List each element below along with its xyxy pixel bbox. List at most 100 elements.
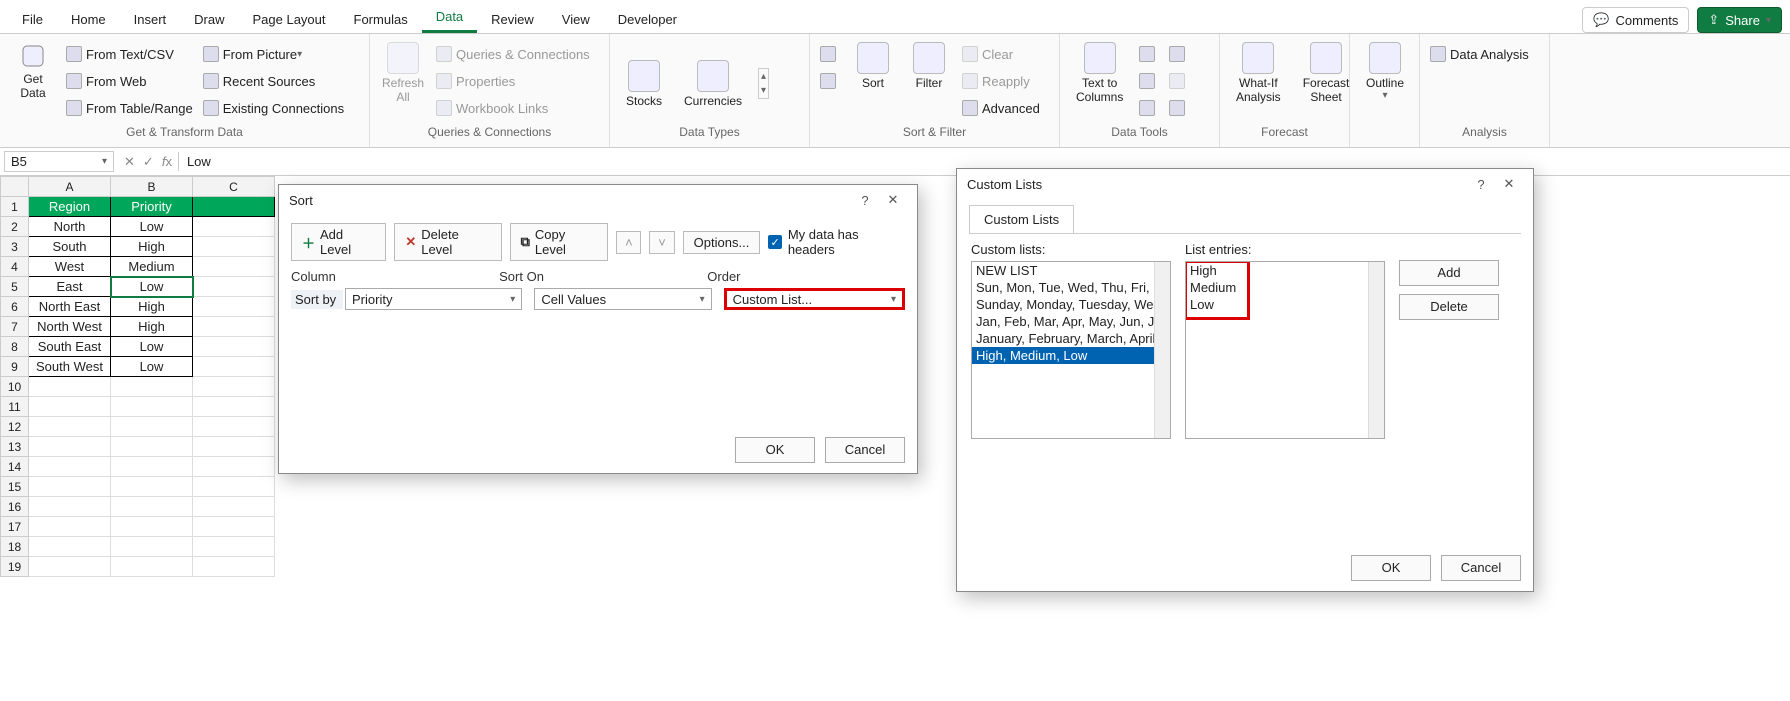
sort-order-dropdown[interactable]: Custom List...▾ — [724, 288, 905, 310]
custom-list-item[interactable]: High, Medium, Low — [972, 347, 1170, 364]
row-header-2[interactable]: 2 — [1, 217, 29, 237]
menu-developer[interactable]: Developer — [604, 6, 691, 33]
share-button[interactable]: ⇪ Share ▾ — [1697, 7, 1782, 33]
col-header-C[interactable]: C — [193, 177, 275, 197]
row-header-15[interactable]: 15 — [1, 477, 29, 497]
cell-C16[interactable] — [193, 497, 275, 517]
cell-C14[interactable] — [193, 457, 275, 477]
cell-A9[interactable]: South West — [29, 357, 111, 377]
sort-desc-button[interactable] — [820, 69, 840, 93]
fx-icon[interactable]: fx — [162, 154, 172, 169]
row-header-4[interactable]: 4 — [1, 257, 29, 277]
from-picture-button[interactable]: From Picture ▾ — [203, 42, 344, 66]
cell-A13[interactable] — [29, 437, 111, 457]
row-header-12[interactable]: 12 — [1, 417, 29, 437]
accept-formula-icon[interactable]: ✓ — [143, 154, 154, 170]
cell-B14[interactable] — [111, 457, 193, 477]
cell-B12[interactable] — [111, 417, 193, 437]
sort-column-dropdown[interactable]: Priority▾ — [345, 288, 522, 310]
from-table-range-button[interactable]: From Table/Range — [66, 96, 193, 120]
row-header-18[interactable]: 18 — [1, 537, 29, 557]
row-header-1[interactable]: 1 — [1, 197, 29, 217]
copy-level-button[interactable]: ⧉Copy Level — [510, 223, 609, 261]
from-web-button[interactable]: From Web — [66, 69, 193, 93]
custom-list-item[interactable]: January, February, March, April, Ma — [972, 330, 1170, 347]
currencies-button[interactable]: Currencies — [678, 60, 748, 108]
custom-list-item[interactable]: Sun, Mon, Tue, Wed, Thu, Fri, Sat — [972, 279, 1170, 296]
cell-C19[interactable] — [193, 557, 275, 577]
cell-A12[interactable] — [29, 417, 111, 437]
cell-C7[interactable] — [193, 317, 275, 337]
cell-B11[interactable] — [111, 397, 193, 417]
cell-C18[interactable] — [193, 537, 275, 557]
custom-lists-listbox[interactable]: NEW LISTSun, Mon, Tue, Wed, Thu, Fri, Sa… — [971, 261, 1171, 439]
queries-connections-button[interactable]: Queries & Connections — [436, 42, 590, 66]
cell-A14[interactable] — [29, 457, 111, 477]
cell-C2[interactable] — [193, 217, 275, 237]
data-types-nav[interactable]: ▴▾ — [758, 68, 769, 99]
custom-list-item[interactable]: Sunday, Monday, Tuesday, Wednes — [972, 296, 1170, 313]
cell-A19[interactable] — [29, 557, 111, 577]
sort-options-button[interactable]: Options... — [683, 231, 761, 254]
text-to-columns-button[interactable]: Text to Columns — [1070, 42, 1129, 104]
cell-A16[interactable] — [29, 497, 111, 517]
cell-A1[interactable]: Region — [29, 197, 111, 217]
cell-A15[interactable] — [29, 477, 111, 497]
cell-A4[interactable]: West — [29, 257, 111, 277]
consolidate-button[interactable] — [1169, 42, 1189, 66]
existing-connections-button[interactable]: Existing Connections — [203, 96, 344, 120]
scrollbar[interactable] — [1368, 262, 1384, 438]
cell-C4[interactable] — [193, 257, 275, 277]
row-header-16[interactable]: 16 — [1, 497, 29, 517]
cell-A10[interactable] — [29, 377, 111, 397]
data-analysis-button[interactable]: Data Analysis — [1430, 42, 1529, 66]
stocks-button[interactable]: Stocks — [620, 60, 668, 108]
comments-button[interactable]: 💬 Comments — [1582, 7, 1689, 33]
row-header-11[interactable]: 11 — [1, 397, 29, 417]
row-header-14[interactable]: 14 — [1, 457, 29, 477]
cell-C1[interactable] — [193, 197, 275, 217]
cell-B7[interactable]: High — [111, 317, 193, 337]
cell-C6[interactable] — [193, 297, 275, 317]
custom-cancel-button[interactable]: Cancel — [1441, 555, 1521, 581]
sort-on-dropdown[interactable]: Cell Values▾ — [534, 288, 711, 310]
data-model-button[interactable] — [1169, 96, 1189, 120]
remove-duplicates-button[interactable] — [1139, 69, 1159, 93]
row-header-13[interactable]: 13 — [1, 437, 29, 457]
menu-file[interactable]: File — [8, 6, 57, 33]
menu-insert[interactable]: Insert — [120, 6, 181, 33]
close-icon[interactable]: ✕ — [879, 192, 907, 208]
cell-A7[interactable]: North West — [29, 317, 111, 337]
help-icon[interactable]: ? — [851, 193, 879, 208]
custom-ok-button[interactable]: OK — [1351, 555, 1431, 581]
cell-B9[interactable]: Low — [111, 357, 193, 377]
menu-review[interactable]: Review — [477, 6, 548, 33]
cancel-formula-icon[interactable]: ✕ — [124, 154, 135, 170]
scrollbar[interactable] — [1154, 262, 1170, 438]
close-icon[interactable]: ✕ — [1495, 176, 1523, 192]
cell-C3[interactable] — [193, 237, 275, 257]
cell-A18[interactable] — [29, 537, 111, 557]
row-header-7[interactable]: 7 — [1, 317, 29, 337]
menu-data[interactable]: Data — [422, 3, 477, 33]
cell-C9[interactable] — [193, 357, 275, 377]
custom-add-button[interactable]: Add — [1399, 260, 1499, 286]
cell-B10[interactable] — [111, 377, 193, 397]
cell-C5[interactable] — [193, 277, 275, 297]
row-header-17[interactable]: 17 — [1, 517, 29, 537]
row-header-19[interactable]: 19 — [1, 557, 29, 577]
cell-B8[interactable]: Low — [111, 337, 193, 357]
cell-B2[interactable]: Low — [111, 217, 193, 237]
what-if-button[interactable]: What-If Analysis — [1230, 42, 1287, 104]
cell-B19[interactable] — [111, 557, 193, 577]
chevron-down-icon[interactable]: ▾ — [102, 156, 107, 167]
help-icon[interactable]: ? — [1467, 177, 1495, 192]
row-header-5[interactable]: 5 — [1, 277, 29, 297]
cell-A8[interactable]: South East — [29, 337, 111, 357]
cell-C17[interactable] — [193, 517, 275, 537]
cell-B16[interactable] — [111, 497, 193, 517]
list-entry-item[interactable]: Medium — [1186, 279, 1384, 296]
cell-C13[interactable] — [193, 437, 275, 457]
cell-C12[interactable] — [193, 417, 275, 437]
filter-button[interactable]: Filter — [906, 42, 952, 90]
